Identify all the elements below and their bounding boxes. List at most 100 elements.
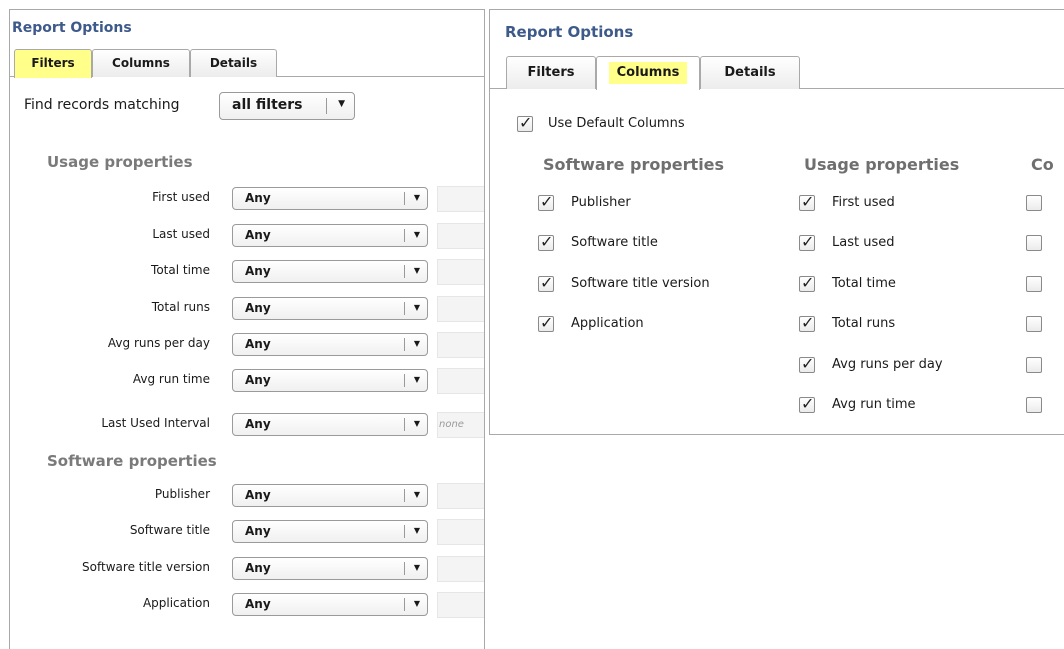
column-checkbox[interactable]: ✓ xyxy=(799,354,815,373)
chevron-down-icon: ▼ xyxy=(413,490,420,499)
tab-details[interactable]: Details xyxy=(190,49,277,77)
filter-select[interactable]: Any ▼ xyxy=(232,224,428,247)
check-icon: ✓ xyxy=(801,394,815,413)
filter-select[interactable]: Any ▼ xyxy=(232,484,428,507)
filter-select[interactable]: Any ▼ xyxy=(232,260,428,283)
filter-select-value: Any xyxy=(245,228,271,242)
filter-label: Publisher xyxy=(154,487,210,501)
tab-label: Filters xyxy=(31,50,75,76)
tab-filters[interactable]: Filters xyxy=(506,56,596,89)
filter-value-input[interactable]: none xyxy=(437,412,484,438)
tab-columns[interactable]: Columns xyxy=(92,49,190,77)
filter-value-input[interactable] xyxy=(437,483,484,509)
select-divider xyxy=(404,338,405,351)
filter-value-input[interactable] xyxy=(437,223,484,249)
check-icon: ✓ xyxy=(519,113,533,132)
match-mode-select[interactable]: all filters ▼ xyxy=(219,92,355,120)
column-checkbox[interactable] xyxy=(1026,276,1042,292)
filter-row: Application Any ▼ xyxy=(10,592,484,618)
check-icon: ✓ xyxy=(540,273,554,292)
filter-label: Avg run time xyxy=(132,372,210,386)
column-checkbox-label: Avg runs per day xyxy=(832,357,943,372)
filter-select-value: Any xyxy=(245,337,271,351)
column-checkbox[interactable] xyxy=(1026,397,1042,413)
filter-value-input[interactable] xyxy=(437,186,484,212)
chevron-down-icon: ▼ xyxy=(413,419,420,428)
tab-label: Columns xyxy=(112,56,170,70)
filter-select-value: Any xyxy=(245,373,271,387)
tab-label: Details xyxy=(724,65,776,80)
chevron-down-icon: ▼ xyxy=(413,375,420,384)
column-group-heading: Software properties xyxy=(543,155,725,174)
tab-bar: Filters Columns Details xyxy=(490,56,1064,90)
column-checkbox-label: Total runs xyxy=(832,316,896,331)
match-label: Find records matching xyxy=(24,97,180,113)
filter-row: Avg runs per day Any ▼ xyxy=(10,332,484,358)
filter-row: Avg run time Any ▼ xyxy=(10,368,484,394)
select-divider xyxy=(326,98,327,114)
filter-value-input[interactable] xyxy=(437,592,484,618)
column-checkbox[interactable]: ✓ xyxy=(538,313,554,332)
filter-label: First used xyxy=(152,190,210,204)
column-checkbox[interactable] xyxy=(1026,235,1042,251)
filter-select[interactable]: Any ▼ xyxy=(232,413,428,436)
chevron-down-icon: ▼ xyxy=(413,339,420,348)
filter-value-input[interactable] xyxy=(437,368,484,394)
filter-select-value: Any xyxy=(245,264,271,278)
filter-value-input[interactable] xyxy=(437,296,484,322)
check-icon: ✓ xyxy=(540,232,554,251)
filter-row: Publisher Any ▼ xyxy=(10,483,484,509)
chevron-down-icon: ▼ xyxy=(338,99,345,109)
filter-row: Total runs Any ▼ xyxy=(10,296,484,322)
column-checkbox[interactable]: ✓ xyxy=(799,273,815,292)
column-checkbox[interactable]: ✓ xyxy=(799,313,815,332)
filter-select[interactable]: Any ▼ xyxy=(232,333,428,356)
use-default-columns-label: Use Default Columns xyxy=(548,116,685,131)
tab-label: Filters xyxy=(527,65,575,80)
select-divider xyxy=(404,229,405,242)
filter-label: Software title version xyxy=(82,560,210,574)
filter-label: Last Used Interval xyxy=(101,416,210,430)
column-checkbox[interactable]: ✓ xyxy=(799,232,815,251)
column-checkbox-label: Avg run time xyxy=(832,397,916,412)
column-checkbox[interactable]: ✓ xyxy=(799,394,815,413)
filter-value-input[interactable] xyxy=(437,332,484,358)
use-default-columns-checkbox[interactable]: ✓ xyxy=(517,113,533,132)
tab-bar: Filters Columns Details xyxy=(10,49,484,78)
filter-label: Avg runs per day xyxy=(107,336,210,350)
chevron-down-icon: ▼ xyxy=(413,526,420,535)
column-checkbox[interactable]: ✓ xyxy=(799,192,815,211)
column-checkbox-label: Publisher xyxy=(571,195,631,210)
filter-label: Total time xyxy=(151,263,210,277)
column-checkbox[interactable] xyxy=(1026,316,1042,332)
filter-select[interactable]: Any ▼ xyxy=(232,187,428,210)
column-checkbox[interactable] xyxy=(1026,195,1042,211)
column-checkbox-label: Total time xyxy=(832,276,896,291)
tab-details[interactable]: Details xyxy=(700,56,800,89)
filter-value-input[interactable] xyxy=(437,519,484,545)
check-icon: ✓ xyxy=(801,192,815,211)
select-divider xyxy=(404,562,405,575)
chevron-down-icon: ▼ xyxy=(413,563,420,572)
filter-select-value: Any xyxy=(245,597,271,611)
column-checkbox[interactable] xyxy=(1026,357,1042,373)
column-checkbox[interactable]: ✓ xyxy=(538,273,554,292)
filter-value-input[interactable] xyxy=(437,259,484,285)
filter-row: Software title version Any ▼ xyxy=(10,556,484,582)
tab-filters[interactable]: Filters xyxy=(14,49,92,78)
filter-select-value: Any xyxy=(245,191,271,205)
filter-select[interactable]: Any ▼ xyxy=(232,520,428,543)
check-icon: ✓ xyxy=(801,273,815,292)
tab-columns[interactable]: Columns xyxy=(596,56,700,90)
column-checkbox-label: First used xyxy=(832,195,895,210)
filter-select[interactable]: Any ▼ xyxy=(232,297,428,320)
chevron-down-icon: ▼ xyxy=(413,303,420,312)
filter-row: Software title Any ▼ xyxy=(10,519,484,545)
filter-select[interactable]: Any ▼ xyxy=(232,557,428,580)
filter-select[interactable]: Any ▼ xyxy=(232,369,428,392)
filter-value-input[interactable] xyxy=(437,556,484,582)
filter-select[interactable]: Any ▼ xyxy=(232,593,428,616)
tab-label: Columns xyxy=(608,62,688,84)
column-checkbox[interactable]: ✓ xyxy=(538,232,554,251)
column-checkbox[interactable]: ✓ xyxy=(538,192,554,211)
